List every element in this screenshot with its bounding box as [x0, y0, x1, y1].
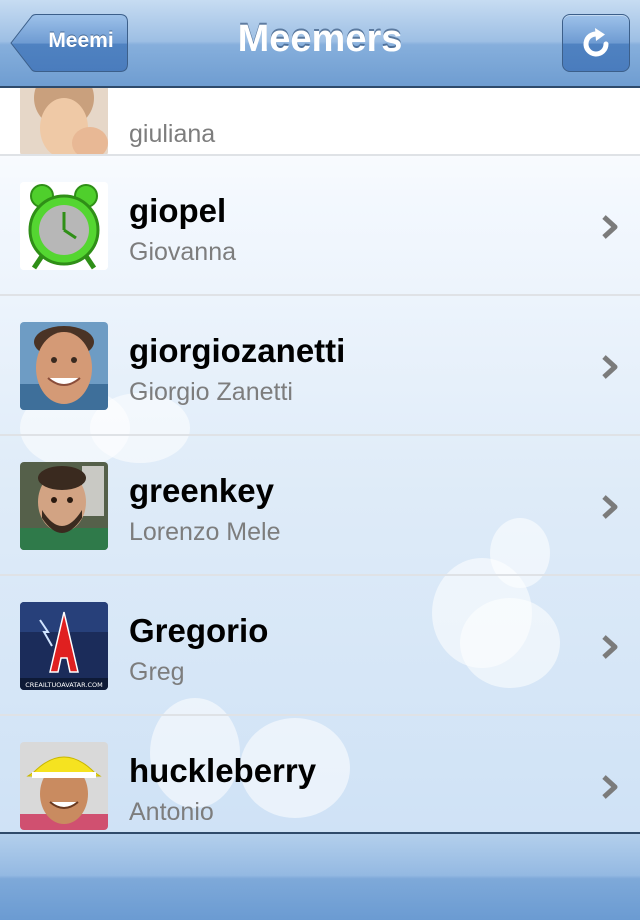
page-title: Meemers	[237, 18, 403, 60]
list-item-username: greenkey	[129, 472, 274, 509]
chevron-right-icon	[602, 215, 618, 239]
avatar: CREAILTUOAVATAR.COM	[20, 602, 108, 690]
list-item-giorgiozanetti[interactable]: giorgiozanetti Giorgio Zanetti	[0, 294, 640, 434]
refresh-icon	[583, 28, 609, 57]
list-item-realname: Giovanna	[129, 238, 237, 266]
list-item-realname: Antonio	[129, 798, 214, 826]
avatar-man-smiling	[20, 322, 108, 410]
avatar	[20, 742, 108, 830]
chevron-right-icon	[602, 355, 618, 379]
list-item-greenkey[interactable]: greenkey Lorenzo Mele	[0, 434, 640, 574]
chevron-right-icon	[602, 635, 618, 659]
chevron-right-icon	[602, 775, 618, 799]
refresh-button[interactable]	[562, 14, 630, 72]
avatar-bearded-man	[20, 462, 108, 550]
meemers-list[interactable]: giuliana giopel Giovanna giorgiozanetti …	[0, 88, 640, 832]
chevron-right-icon	[602, 495, 618, 519]
avatar-woman	[20, 88, 108, 156]
avatar	[20, 88, 108, 156]
list-item-username: giopel	[129, 192, 227, 229]
list-item-huckleberry[interactable]: huckleberry Antonio	[0, 714, 640, 832]
list-item-username: huckleberry	[129, 752, 317, 789]
list-item-realname: Giorgio Zanetti	[129, 378, 293, 406]
list-item-realname: Lorenzo Mele	[129, 518, 281, 546]
avatar-yellow-cap	[20, 742, 108, 830]
bottom-toolbar	[0, 832, 640, 920]
avatar-badge-text: CREAILTUOAVATAR.COM	[25, 681, 103, 689]
list-item-realname: Greg	[129, 658, 185, 686]
list-item-realname: giuliana	[129, 120, 216, 148]
list-item-gregorio[interactable]: CREAILTUOAVATAR.COM Gregorio Greg	[0, 574, 640, 714]
list-item-giopel[interactable]: giopel Giovanna	[0, 154, 640, 294]
avatar-alarm-clock	[20, 182, 108, 270]
avatar	[20, 182, 108, 270]
list-item-giuliana[interactable]: giuliana	[0, 88, 640, 156]
avatar	[20, 322, 108, 410]
list-item-username: Gregorio	[129, 612, 269, 649]
avatar-letter-a: CREAILTUOAVATAR.COM	[20, 602, 108, 690]
avatar	[20, 462, 108, 550]
navigation-bar: Meemi Meemers	[0, 0, 640, 88]
list-item-username: giorgiozanetti	[129, 332, 346, 369]
